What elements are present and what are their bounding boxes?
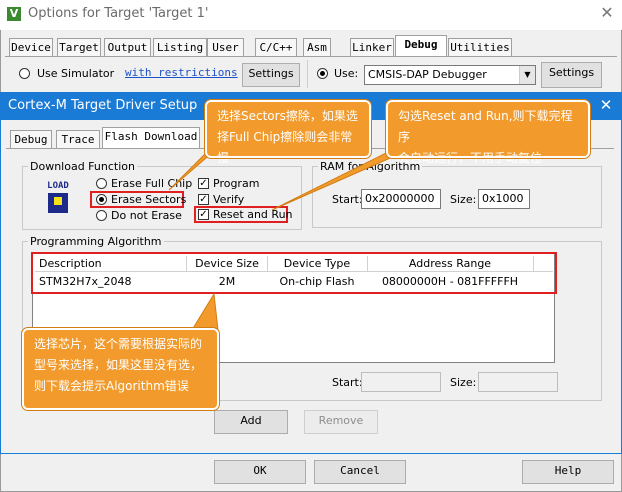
download-function-title: Download Function xyxy=(28,160,137,173)
dialog-tab-debug[interactable]: Debug xyxy=(10,130,52,149)
column-device-size[interactable]: Device Size xyxy=(187,256,268,272)
callout-chip-pointer xyxy=(191,292,219,331)
load-icon-text: LOAD xyxy=(47,181,69,191)
callout-reset-pointer xyxy=(271,151,405,211)
vertical-divider xyxy=(307,60,308,88)
callout-chip-line3: 则下载会提示Algorithm错误 xyxy=(34,379,189,393)
algo-start-input[interactable] xyxy=(361,372,441,392)
help-button[interactable]: Help xyxy=(522,460,614,484)
column-device-type[interactable]: Device Type xyxy=(267,256,368,272)
erase-sectors-label: Erase Sectors xyxy=(111,193,187,206)
keil-app-icon: V xyxy=(7,7,21,21)
load-icon: LOAD xyxy=(42,181,74,215)
chevron-down-icon[interactable]: ▼ xyxy=(519,66,535,84)
ram-size-input[interactable]: 0x1000 xyxy=(478,189,530,209)
tab-c-cpp[interactable]: C/C++ xyxy=(255,38,297,57)
callout-chip-line1: 选择芯片，这个需要根据实际的 xyxy=(34,337,203,351)
algo-size-label: Size: xyxy=(450,376,477,389)
debugger-select[interactable]: CMSIS-DAP Debugger ▼ xyxy=(364,65,536,85)
do-not-erase-label: Do not Erase xyxy=(111,209,182,222)
reset-and-run-checkbox[interactable]: ✓ xyxy=(198,209,209,220)
callout-sectors-line1: 选择Sectors擦除，如果选 xyxy=(217,109,358,123)
callout-chip-line2: 型号来选择，如果这里没有选， xyxy=(34,358,203,372)
algo-start-label: Start: xyxy=(332,376,363,389)
erase-sectors-radio[interactable] xyxy=(96,194,107,205)
simulator-settings-button[interactable]: Settings xyxy=(242,63,300,87)
callout-select-chip: 选择芯片，这个需要根据实际的 型号来选择，如果这里没有选， 则下载会提示Algo… xyxy=(21,327,220,411)
dialog-title: Cortex-M Target Driver Setup xyxy=(8,98,198,113)
do-not-erase-radio[interactable] xyxy=(96,210,107,221)
use-label: Use: xyxy=(334,67,359,80)
tab-utilities[interactable]: Utilities xyxy=(448,38,512,57)
debugger-value: CMSIS-DAP Debugger xyxy=(368,68,487,81)
restrictions-link[interactable]: with restrictions xyxy=(125,66,238,79)
ram-size-label: Size: xyxy=(450,193,477,206)
row-description: STM32H7x_2048 xyxy=(39,275,132,288)
erase-full-chip-radio[interactable] xyxy=(96,178,107,189)
row-device-type: On-chip Flash xyxy=(279,275,355,288)
callout-reset-and-run: 勾选Reset and Run,则下载完程序 会自动运行，不用手动复位 xyxy=(385,99,591,165)
algo-size-input[interactable] xyxy=(478,372,558,392)
tab-linker[interactable]: Linker xyxy=(350,38,394,57)
table-row[interactable]: STM32H7x_2048 2M On-chip Flash 08000000H… xyxy=(35,273,553,291)
tab-device[interactable]: Device xyxy=(9,38,53,57)
column-address-range[interactable]: Address Range xyxy=(367,256,534,272)
ok-button[interactable]: OK xyxy=(214,460,306,484)
add-button[interactable]: Add xyxy=(214,410,288,434)
tab-debug[interactable]: Debug xyxy=(395,35,447,57)
dialog-tab-flash-download[interactable]: Flash Download xyxy=(102,127,200,149)
cancel-button[interactable]: Cancel xyxy=(314,460,406,484)
verify-label: Verify xyxy=(213,193,245,206)
use-debugger-radio[interactable] xyxy=(317,68,328,79)
tab-user[interactable]: User xyxy=(207,38,244,57)
callout-reset-line2: 会自动运行，不用手动复位 xyxy=(398,151,543,165)
row-device-size: 2M xyxy=(218,275,236,288)
tab-output[interactable]: Output xyxy=(104,38,151,57)
verify-checkbox[interactable]: ✓ xyxy=(198,194,209,205)
outer-window-title: Options for Target 'Target 1' xyxy=(28,6,209,21)
dialog-tab-trace[interactable]: Trace xyxy=(56,130,100,149)
debugger-settings-button[interactable]: Settings xyxy=(541,62,602,88)
outer-close-icon[interactable]: ✕ xyxy=(598,4,616,22)
outer-title-bar: V Options for Target 'Target 1' ✕ xyxy=(0,0,622,30)
tab-target[interactable]: Target xyxy=(57,38,101,57)
column-description[interactable]: Description xyxy=(35,256,187,272)
tabs-divider xyxy=(5,56,617,57)
tab-asm[interactable]: Asm xyxy=(303,38,331,57)
tab-listing[interactable]: Listing xyxy=(153,38,207,57)
row-address-range: 08000000H - 081FFFFFH xyxy=(381,275,519,288)
dialog-close-icon[interactable]: ✕ xyxy=(597,96,615,114)
programming-algorithm-title: Programming Algorithm xyxy=(28,235,164,248)
algorithm-header: Description Device Size Device Type Addr… xyxy=(35,256,553,272)
use-simulator-label: Use Simulator xyxy=(37,67,115,80)
callout-reset-line1: 勾选Reset and Run,则下载完程序 xyxy=(398,109,573,144)
program-label: Program xyxy=(213,177,260,190)
remove-button[interactable]: Remove xyxy=(304,410,378,434)
use-simulator-radio[interactable] xyxy=(19,68,30,79)
